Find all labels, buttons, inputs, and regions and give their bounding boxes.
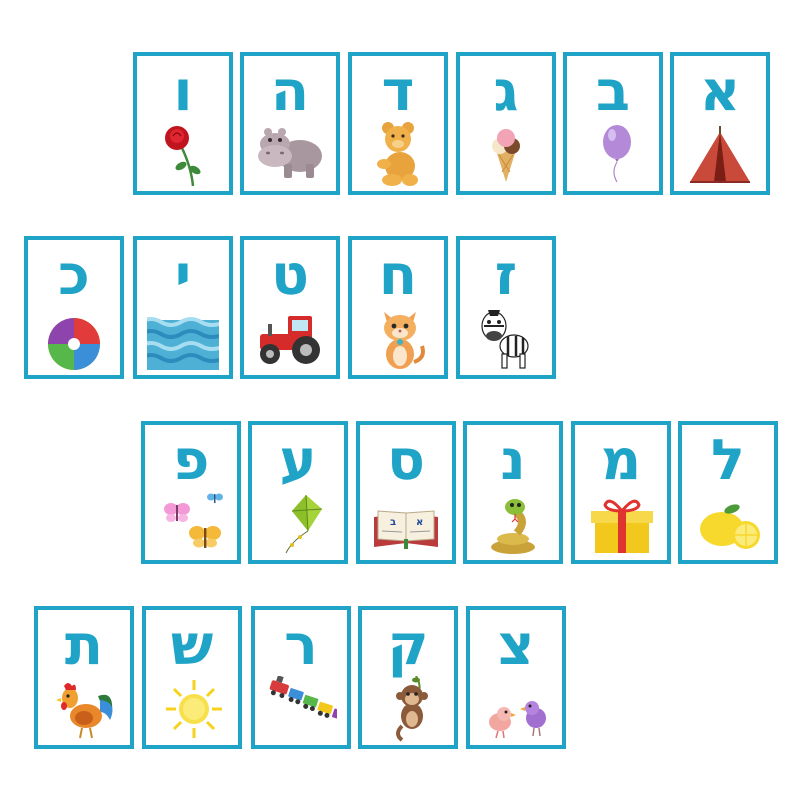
- card-samekh[interactable]: ס ב א: [356, 421, 456, 564]
- balloon-icon: [603, 125, 631, 183]
- card-zayin[interactable]: ז: [456, 236, 556, 379]
- letter-alef: א: [699, 59, 741, 124]
- train-icon: [269, 676, 337, 721]
- card-tav[interactable]: ת: [34, 606, 134, 749]
- svg-text:א: א: [416, 517, 423, 528]
- letter-lamed: ל: [711, 428, 745, 493]
- letter-qof: ק: [387, 613, 429, 678]
- lemon-icon: [700, 504, 760, 549]
- tent-icon: [690, 126, 750, 183]
- letter-tsadi: צ: [497, 613, 535, 678]
- rooster-icon: [56, 683, 113, 739]
- monkey-icon: [396, 676, 428, 742]
- letter-tet: ט: [270, 243, 310, 308]
- hippo-icon: [258, 128, 322, 178]
- letter-samekh: ס: [386, 428, 426, 493]
- snake-icon: [491, 499, 535, 554]
- letter-gimel: ג: [493, 59, 519, 124]
- card-resh[interactable]: ר: [251, 606, 351, 749]
- card-shin[interactable]: ש: [142, 606, 242, 749]
- card-lamed[interactable]: ל: [678, 421, 778, 564]
- tractor-icon: [260, 316, 320, 364]
- card-ayin[interactable]: ע: [248, 421, 348, 564]
- letter-zayin: ז: [494, 243, 518, 308]
- card-tsadi[interactable]: צ: [466, 606, 566, 749]
- card-het[interactable]: ח: [348, 236, 448, 379]
- letter-vav: ו: [173, 59, 193, 124]
- card-nun[interactable]: נ: [463, 421, 563, 564]
- letter-mem: מ: [600, 428, 642, 493]
- letter-he: ה: [270, 59, 310, 124]
- card-kaf[interactable]: כ: [24, 236, 124, 379]
- sea-icon: [147, 317, 219, 370]
- letter-pe: פ: [172, 428, 210, 493]
- card-gimel[interactable]: ג: [456, 52, 556, 195]
- card-bet[interactable]: ב: [563, 52, 663, 195]
- letter-bet: ב: [595, 59, 631, 124]
- letter-nun: נ: [500, 428, 526, 493]
- card-tet[interactable]: ט: [240, 236, 340, 379]
- card-he[interactable]: ה: [240, 52, 340, 195]
- card-vav[interactable]: ו: [133, 52, 233, 195]
- card-alef[interactable]: א: [670, 52, 770, 195]
- card-mem[interactable]: מ: [571, 421, 671, 564]
- book-icon: ב א: [374, 510, 438, 549]
- letter-dalet: ד: [381, 59, 415, 124]
- sun-icon: [166, 680, 222, 738]
- rose-icon: [165, 126, 201, 187]
- kite-icon: [285, 494, 323, 554]
- letter-shin: ש: [170, 613, 214, 678]
- card-yod[interactable]: י: [133, 236, 233, 379]
- letter-resh: ר: [284, 613, 318, 678]
- birds-icon: [489, 701, 546, 739]
- letter-yod: י: [174, 243, 192, 308]
- letter-tav: ת: [64, 613, 104, 678]
- ice-cream-icon: [492, 129, 520, 182]
- card-dalet[interactable]: ד: [348, 52, 448, 195]
- svg-text:ב: ב: [390, 517, 396, 528]
- gift-icon: [591, 499, 653, 553]
- butterflies-icon: [164, 493, 223, 548]
- card-qof[interactable]: ק: [358, 606, 458, 749]
- cat-icon: [384, 312, 425, 369]
- card-pe[interactable]: פ: [141, 421, 241, 564]
- teddy-bear-icon: [377, 122, 418, 186]
- zebra-icon: [481, 310, 529, 369]
- letter-kaf: כ: [58, 243, 90, 308]
- ball-icon: [48, 318, 100, 370]
- letter-ayin: ע: [279, 428, 317, 493]
- letter-het: ח: [378, 243, 418, 308]
